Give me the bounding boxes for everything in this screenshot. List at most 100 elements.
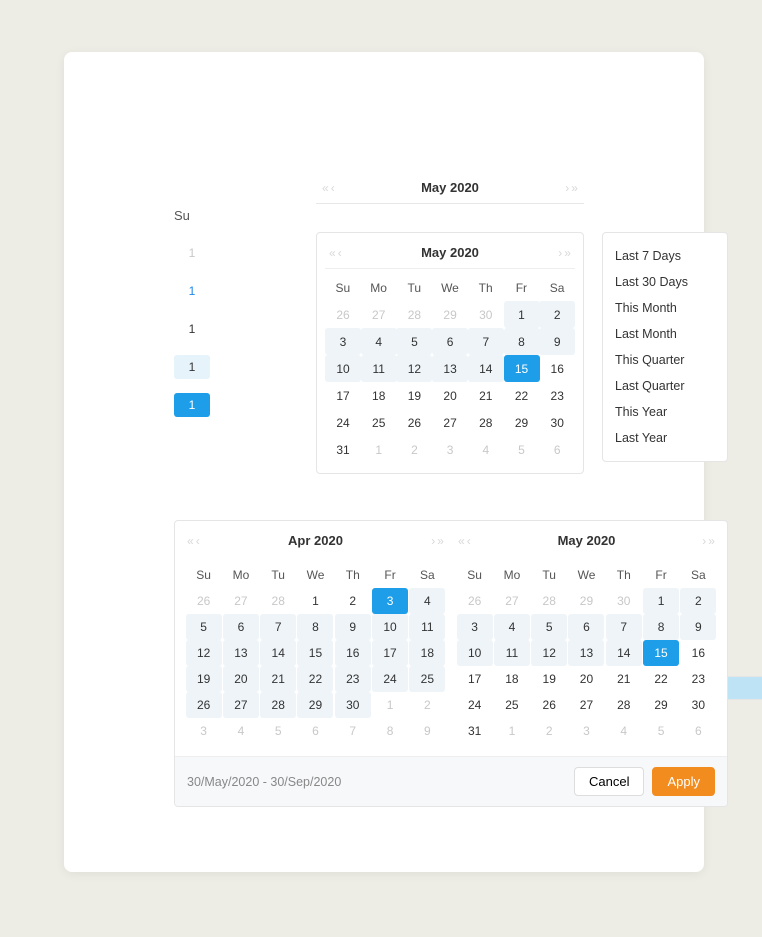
preset-item[interactable]: This Year xyxy=(603,399,727,425)
day-cell[interactable]: 12 xyxy=(396,355,432,382)
day-cell[interactable]: 8 xyxy=(297,614,333,640)
day-cell[interactable]: 15 xyxy=(504,355,540,382)
day-cell[interactable]: 28 xyxy=(606,692,642,718)
day-cell[interactable]: 1 xyxy=(643,588,679,614)
day-cell[interactable]: 20 xyxy=(432,382,468,409)
day-cell[interactable]: 11 xyxy=(409,614,445,640)
day-cell[interactable]: 13 xyxy=(223,640,259,666)
preset-item[interactable]: Last 30 Days xyxy=(603,269,727,295)
day-cell[interactable]: 10 xyxy=(372,614,408,640)
day-cell[interactable]: 2 xyxy=(680,588,716,614)
day-cell[interactable]: 16 xyxy=(680,640,716,666)
day-cell[interactable]: 5 xyxy=(396,328,432,355)
day-cell[interactable]: 3 xyxy=(372,588,408,614)
day-cell[interactable]: 15 xyxy=(297,640,333,666)
day-cell[interactable]: 25 xyxy=(494,692,530,718)
prev-year-icon[interactable]: « xyxy=(458,534,465,548)
day-cell[interactable]: 27 xyxy=(432,409,468,436)
day-cell[interactable]: 13 xyxy=(432,355,468,382)
day-cell[interactable]: 21 xyxy=(468,382,504,409)
day-cell[interactable]: 13 xyxy=(568,640,604,666)
day-cell[interactable]: 25 xyxy=(361,409,397,436)
day-cell[interactable]: 23 xyxy=(335,666,371,692)
day-cell[interactable]: 5 xyxy=(531,614,567,640)
day-cell[interactable]: 30 xyxy=(680,692,716,718)
day-cell[interactable]: 23 xyxy=(680,666,716,692)
day-cell[interactable]: 30 xyxy=(539,409,575,436)
next-year-icon[interactable]: » xyxy=(437,534,444,548)
prev-year-icon[interactable]: « xyxy=(187,534,194,548)
day-cell[interactable]: 24 xyxy=(372,666,408,692)
day-cell[interactable]: 3 xyxy=(457,614,493,640)
day-cell[interactable]: 2 xyxy=(539,301,575,328)
day-cell[interactable]: 29 xyxy=(643,692,679,718)
day-cell[interactable]: 26 xyxy=(531,692,567,718)
day-cell[interactable]: 11 xyxy=(361,355,397,382)
day-cell[interactable]: 27 xyxy=(223,692,259,718)
day-cell[interactable]: 10 xyxy=(325,355,361,382)
day-cell[interactable]: 15 xyxy=(643,640,679,666)
day-cell[interactable]: 7 xyxy=(468,328,504,355)
day-cell[interactable]: 22 xyxy=(643,666,679,692)
day-cell[interactable]: 21 xyxy=(260,666,296,692)
preset-item[interactable]: Last Month xyxy=(603,321,727,347)
prev-year-icon[interactable]: « xyxy=(322,181,329,195)
day-cell[interactable]: 31 xyxy=(457,718,493,744)
day-cell[interactable]: 4 xyxy=(409,588,445,614)
day-cell[interactable]: 25 xyxy=(409,666,445,692)
day-cell[interactable]: 9 xyxy=(335,614,371,640)
apply-button[interactable]: Apply xyxy=(652,767,715,796)
day-cell[interactable]: 22 xyxy=(297,666,333,692)
day-cell[interactable]: 29 xyxy=(297,692,333,718)
preset-item[interactable]: Last 7 Days xyxy=(603,243,727,269)
prev-year-icon[interactable]: « xyxy=(329,246,336,260)
next-year-icon[interactable]: » xyxy=(708,534,715,548)
next-year-icon[interactable]: » xyxy=(564,246,571,260)
day-cell[interactable]: 18 xyxy=(494,666,530,692)
day-cell[interactable]: 8 xyxy=(643,614,679,640)
day-cell[interactable]: 31 xyxy=(325,436,361,463)
day-cell[interactable]: 14 xyxy=(468,355,504,382)
day-cell[interactable]: 14 xyxy=(606,640,642,666)
day-cell[interactable]: 1 xyxy=(504,301,540,328)
day-cell[interactable]: 6 xyxy=(568,614,604,640)
prev-month-icon[interactable]: ‹ xyxy=(331,181,335,195)
cancel-button[interactable]: Cancel xyxy=(574,767,644,796)
prev-month-icon[interactable]: ‹ xyxy=(338,246,342,260)
day-cell[interactable]: 17 xyxy=(457,666,493,692)
day-cell[interactable]: 19 xyxy=(396,382,432,409)
day-cell[interactable]: 7 xyxy=(260,614,296,640)
day-cell[interactable]: 3 xyxy=(325,328,361,355)
day-cell[interactable]: 16 xyxy=(539,355,575,382)
next-month-icon[interactable]: › xyxy=(558,246,562,260)
day-cell[interactable]: 27 xyxy=(568,692,604,718)
day-cell[interactable]: 30 xyxy=(335,692,371,718)
day-cell[interactable]: 18 xyxy=(409,640,445,666)
day-cell[interactable]: 18 xyxy=(361,382,397,409)
day-cell[interactable]: 28 xyxy=(260,692,296,718)
day-cell[interactable]: 1 xyxy=(297,588,333,614)
day-cell[interactable]: 10 xyxy=(457,640,493,666)
day-cell[interactable]: 17 xyxy=(325,382,361,409)
next-month-icon[interactable]: › xyxy=(565,181,569,195)
day-cell[interactable]: 8 xyxy=(504,328,540,355)
day-cell[interactable]: 14 xyxy=(260,640,296,666)
day-cell[interactable]: 19 xyxy=(531,666,567,692)
day-cell[interactable]: 12 xyxy=(186,640,222,666)
preset-item[interactable]: This Month xyxy=(603,295,727,321)
day-cell[interactable]: 23 xyxy=(539,382,575,409)
day-cell[interactable]: 9 xyxy=(539,328,575,355)
day-cell[interactable]: 26 xyxy=(186,692,222,718)
day-cell[interactable]: 22 xyxy=(504,382,540,409)
day-cell[interactable]: 21 xyxy=(606,666,642,692)
day-cell[interactable]: 28 xyxy=(468,409,504,436)
day-cell[interactable]: 6 xyxy=(223,614,259,640)
prev-month-icon[interactable]: ‹ xyxy=(196,534,200,548)
day-cell[interactable]: 11 xyxy=(494,640,530,666)
day-cell[interactable]: 17 xyxy=(372,640,408,666)
prev-month-icon[interactable]: ‹ xyxy=(467,534,471,548)
preset-item[interactable]: Last Year xyxy=(603,425,727,451)
day-cell[interactable]: 24 xyxy=(325,409,361,436)
day-cell[interactable]: 2 xyxy=(335,588,371,614)
day-cell[interactable]: 24 xyxy=(457,692,493,718)
